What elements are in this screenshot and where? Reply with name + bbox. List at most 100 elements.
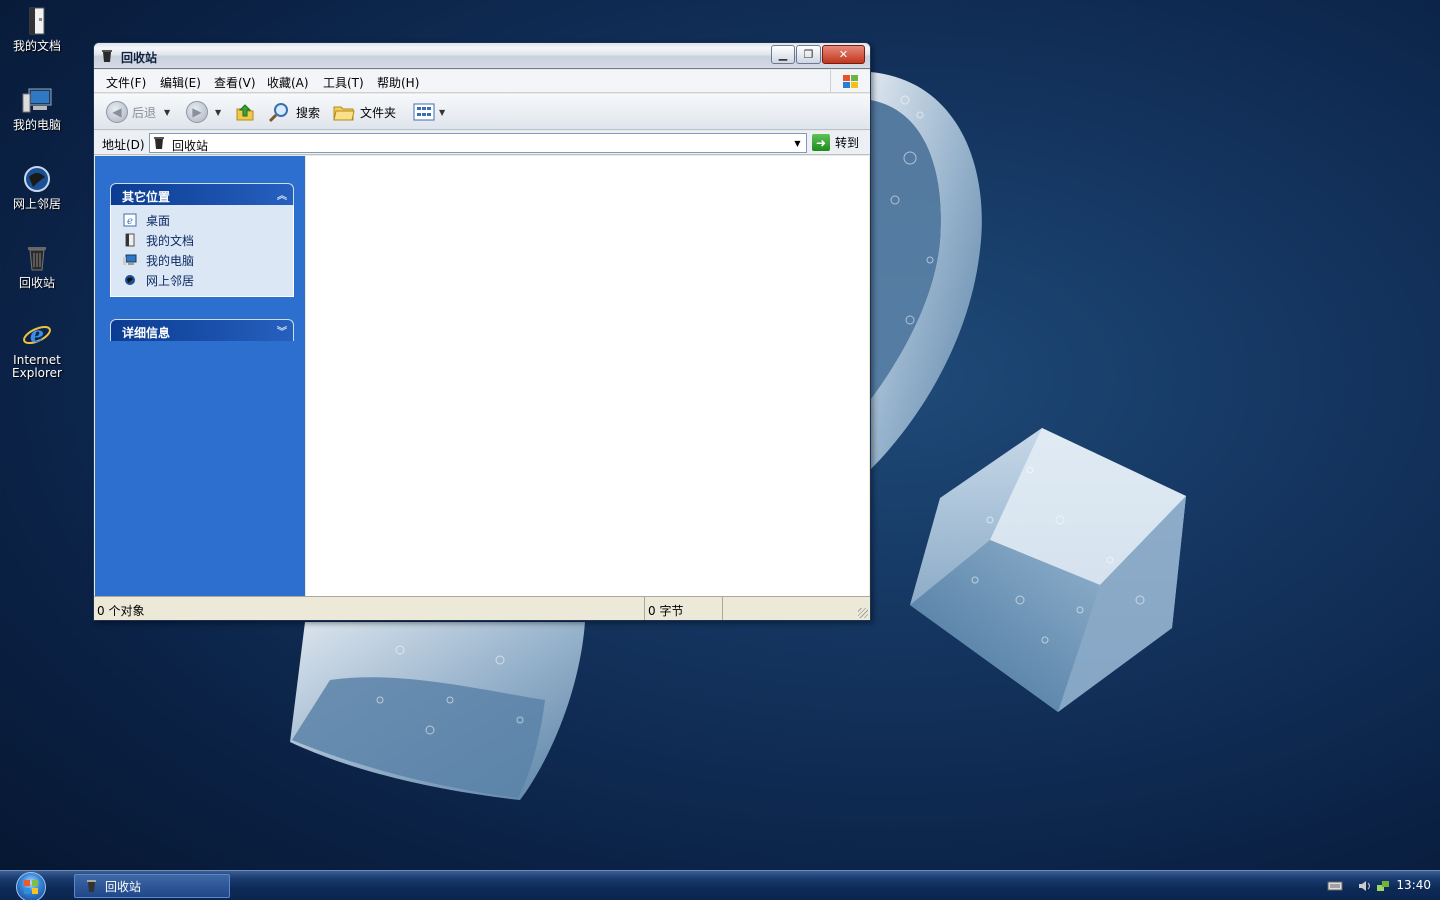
resize-grip-icon[interactable] <box>858 608 868 618</box>
minimize-button[interactable]: ▁ <box>771 45 795 64</box>
svg-text:e: e <box>30 322 44 348</box>
place-label: 桌面 <box>146 213 171 228</box>
desktop-icon-label: 我的电脑 <box>12 118 61 132</box>
menu-view[interactable]: 查看(V) <box>214 74 256 91</box>
folders-button[interactable]: 文件夹 <box>332 101 396 123</box>
forward-arrow-icon: ▶ <box>186 101 208 123</box>
up-folder-button[interactable] <box>234 101 256 123</box>
place-link-my-documents[interactable]: 我的文档 <box>111 230 293 250</box>
views-icon <box>413 103 435 121</box>
back-button[interactable]: ◀ 后退 ▼ <box>106 101 170 123</box>
network-places-icon <box>20 162 54 196</box>
place-label: 我的电脑 <box>146 253 195 268</box>
place-link-my-computer[interactable]: 我的电脑 <box>111 250 293 270</box>
my-computer-icon <box>123 253 137 267</box>
svg-text:e: e <box>127 216 133 227</box>
task-label: 回收站 <box>105 879 142 894</box>
desktop-icon-label: 网上邻居 <box>12 197 61 211</box>
file-list-area[interactable] <box>306 156 869 596</box>
close-button[interactable]: ✕ <box>822 45 865 64</box>
toolbar: ◀ 后退 ▼ ▶ ▼ 搜索 文件夹 ▼ <box>94 94 870 130</box>
start-button[interactable] <box>16 872 46 900</box>
restore-icon: ❐ <box>803 48 814 61</box>
windows-logo-icon <box>24 880 38 894</box>
panel-header-other-places[interactable]: 其它位置 ︽ <box>110 183 294 205</box>
menu-tools[interactable]: 工具(T) <box>323 74 364 91</box>
search-button[interactable]: 搜索 <box>268 101 320 123</box>
forward-button[interactable]: ▶ ▼ <box>186 101 221 123</box>
place-label: 我的文档 <box>146 233 195 248</box>
recycle-bin-icon <box>87 880 96 892</box>
collapse-chevron-icon[interactable]: ︽ <box>277 187 287 202</box>
back-label: 后退 <box>132 105 157 120</box>
search-label: 搜索 <box>296 105 321 120</box>
folder-up-icon <box>236 104 254 121</box>
back-arrow-icon: ◀ <box>106 101 128 123</box>
network-places-icon <box>123 273 137 287</box>
desktop-icon-label: 我的文档 <box>12 39 61 53</box>
address-label: 地址(D) <box>102 138 145 152</box>
panel-other-places: 其它位置 ︽ e 桌面 我的文档 我的电脑 网上邻居 <box>110 183 294 297</box>
chevron-down-icon[interactable]: ▼ <box>789 134 806 152</box>
menu-file[interactable]: 文件(F) <box>106 74 146 91</box>
system-tray: 13:40 <box>1320 871 1440 900</box>
address-input[interactable]: 回收站 ▼ <box>149 133 807 153</box>
close-icon: ✕ <box>838 48 849 61</box>
desktop-icon-recycle-bin[interactable]: 回收站 <box>0 241 74 290</box>
my-documents-icon <box>123 233 137 247</box>
status-size: 0 字节 <box>645 597 723 620</box>
desktop-icon-label: Explorer <box>12 366 62 380</box>
desktop-icon-network-places[interactable]: 网上邻居 <box>0 162 74 211</box>
title-bar[interactable]: 回收站 ▁ ❐ ✕ <box>94 43 870 69</box>
taskbar: 回收站 13:40 <box>0 870 1440 900</box>
chevron-down-icon[interactable]: ▼ <box>164 108 170 117</box>
windows-logo-icon <box>830 70 870 93</box>
menu-bar: 文件(F) 编辑(E) 查看(V) 收藏(A) 工具(T) 帮助(H) <box>94 70 870 93</box>
place-link-network-places[interactable]: 网上邻居 <box>111 270 293 290</box>
go-arrow-icon: ➜ <box>812 134 830 151</box>
desktop-icon-label: 回收站 <box>18 276 55 290</box>
menu-help[interactable]: 帮助(H) <box>377 74 419 91</box>
keyboard-icon[interactable] <box>1327 879 1343 893</box>
desktop-icon-my-documents[interactable]: 我的文档 <box>0 4 74 53</box>
status-object-count: 0 个对象 <box>94 597 645 620</box>
status-bar: 0 个对象 0 字节 <box>94 596 870 620</box>
desktop-icon: e <box>123 213 137 227</box>
panel-title: 详细信息 <box>122 326 171 340</box>
menu-edit[interactable]: 编辑(E) <box>160 74 201 91</box>
my-documents-icon <box>20 4 54 38</box>
expand-chevron-icon[interactable]: ︾ <box>277 323 287 338</box>
panel-details: 详细信息 ︾ <box>110 319 294 341</box>
my-computer-icon <box>20 83 54 117</box>
desktop-icon-internet-explorer[interactable]: e Internet Explorer <box>0 318 74 380</box>
go-label: 转到 <box>835 136 860 150</box>
network-status-icon[interactable] <box>1375 879 1391 893</box>
internet-explorer-icon: e <box>20 318 54 352</box>
go-button[interactable]: ➜ 转到 <box>812 134 859 151</box>
panel-title: 其它位置 <box>122 190 171 204</box>
chevron-down-icon: ▼ <box>439 107 446 117</box>
clock[interactable]: 13:40 <box>1396 878 1431 892</box>
search-icon <box>268 103 288 123</box>
menu-favorites[interactable]: 收藏(A) <box>267 74 309 91</box>
chevron-down-icon[interactable]: ▼ <box>215 108 221 117</box>
address-bar: 地址(D) 回收站 ▼ ➜ 转到 <box>94 131 870 155</box>
recycle-bin-icon <box>20 241 54 275</box>
views-button[interactable]: ▼ <box>412 101 445 123</box>
folders-label: 文件夹 <box>360 105 397 120</box>
place-label: 网上邻居 <box>146 273 195 288</box>
minimize-icon: ▁ <box>778 48 788 61</box>
desktop-icon-my-computer[interactable]: 我的电脑 <box>0 83 74 132</box>
recycle-bin-icon <box>102 50 112 62</box>
recycle-bin-icon <box>154 137 164 149</box>
taskbar-item-recycle-bin[interactable]: 回收站 <box>74 874 230 898</box>
recycle-bin-window: 回收站 ▁ ❐ ✕ 文件(F) 编辑(E) 查看(V) 收藏(A) 工具(T) … <box>93 42 871 621</box>
window-title: 回收站 <box>121 51 158 65</box>
volume-icon[interactable] <box>1357 879 1373 893</box>
task-pane: 其它位置 ︽ e 桌面 我的文档 我的电脑 网上邻居 详细信息 ︾ <box>95 156 305 596</box>
place-link-desktop[interactable]: e 桌面 <box>111 210 293 230</box>
panel-header-details[interactable]: 详细信息 ︾ <box>110 319 294 341</box>
maximize-button[interactable]: ❐ <box>796 45 821 64</box>
address-value: 回收站 <box>172 139 209 153</box>
folder-icon <box>333 106 355 121</box>
